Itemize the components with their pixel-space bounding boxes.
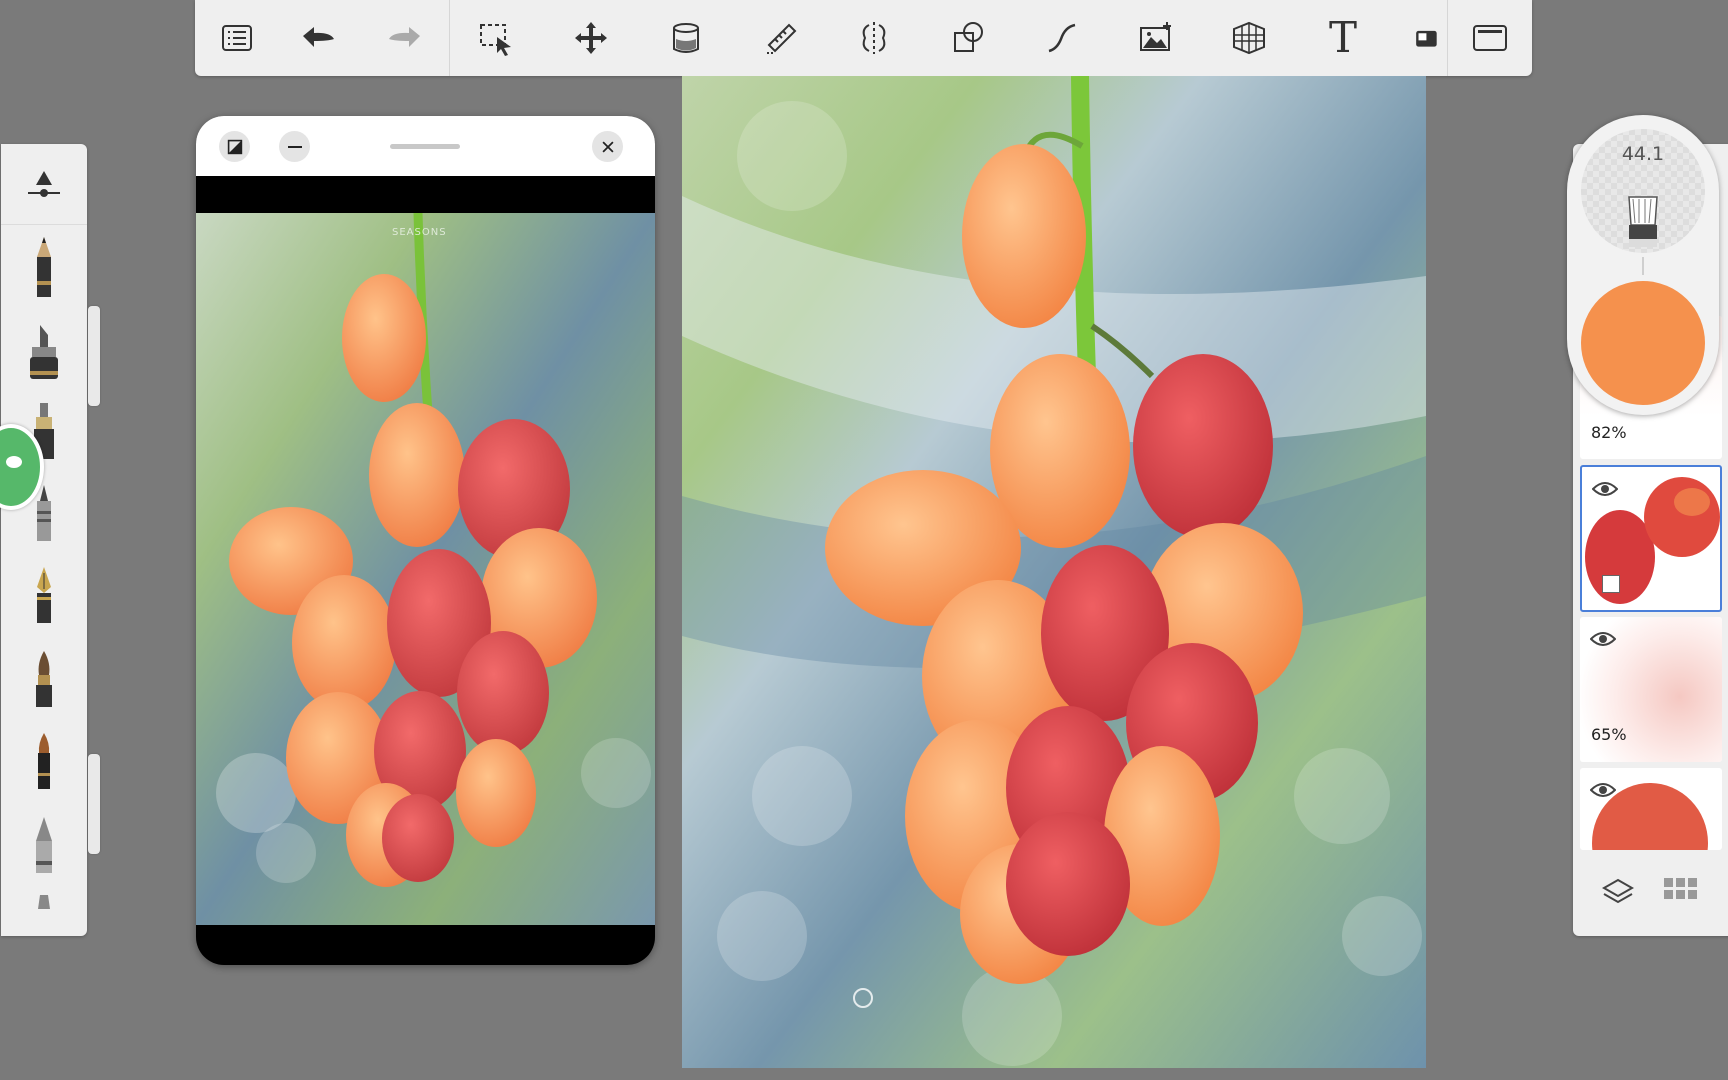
drawing-canvas[interactable] <box>682 76 1426 1068</box>
marker-brush-icon[interactable] <box>1 314 87 390</box>
brush-palette <box>1 144 87 936</box>
brush-palette-drag-handle-lower[interactable] <box>88 754 100 854</box>
drag-handle[interactable] <box>390 144 460 149</box>
brush-size-value: 44.1 <box>1621 143 1665 165</box>
menu-list-icon[interactable] <box>213 14 261 62</box>
alpha-lock-icon[interactable] <box>1602 575 1620 593</box>
fullscreen-icon[interactable] <box>1466 14 1514 62</box>
layer-4[interactable] <box>1580 768 1722 850</box>
transform-icon[interactable] <box>567 14 615 62</box>
brush-color-puck: 44.1 <box>1567 115 1719 415</box>
selection-icon[interactable] <box>472 14 520 62</box>
reference-caption: SEASONS <box>392 227 447 238</box>
minimize-icon[interactable] <box>279 131 310 162</box>
ruler-icon[interactable] <box>758 14 806 62</box>
layer-preview-icon[interactable] <box>1408 14 1448 62</box>
reference-photo: SEASONS <box>196 213 655 925</box>
puck-divider <box>1642 257 1644 275</box>
layer-2-selected[interactable] <box>1580 465 1722 612</box>
paint-brush-icon[interactable] <box>1 642 87 718</box>
shapes-icon[interactable] <box>945 14 993 62</box>
ink-brush-icon[interactable] <box>1 724 87 800</box>
perspective-grid-icon[interactable] <box>1225 14 1273 62</box>
soft-pencil-icon[interactable] <box>1 808 87 884</box>
eye-icon[interactable] <box>1592 479 1618 499</box>
current-color-swatch[interactable] <box>1581 281 1705 405</box>
layer-3[interactable]: 65% <box>1580 617 1722 762</box>
fountain-pen-icon[interactable] <box>1 558 87 634</box>
brush-size-puck[interactable]: 44.1 <box>1581 129 1705 253</box>
reference-image-window: SEASONS <box>196 116 655 965</box>
grid-icon[interactable] <box>1660 870 1700 910</box>
top-toolbar: T <box>195 0 1532 76</box>
text-tool-glyph: T <box>1328 13 1357 62</box>
contrast-icon[interactable] <box>219 131 250 162</box>
layer-1-opacity: 82% <box>1591 423 1627 442</box>
eye-icon[interactable] <box>1590 780 1616 800</box>
layer-3-opacity: 65% <box>1591 725 1627 744</box>
curve-icon[interactable] <box>1038 14 1086 62</box>
toolbar-divider <box>449 0 450 76</box>
brush-tip-icon <box>1628 196 1658 247</box>
layers-icon[interactable] <box>1598 870 1638 910</box>
pencil-brush-icon[interactable] <box>1 230 87 306</box>
pastel-brush-icon[interactable] <box>1 892 87 932</box>
toolbar-divider-2 <box>1447 0 1448 76</box>
symmetry-icon[interactable] <box>850 14 898 62</box>
fill-icon[interactable] <box>662 14 710 62</box>
text-tool-icon[interactable]: T <box>1319 14 1367 62</box>
close-icon[interactable] <box>592 131 623 162</box>
brush-adjust-icon[interactable] <box>1 144 87 225</box>
reference-window-header <box>196 116 655 176</box>
chat-icon <box>6 456 22 468</box>
eye-icon[interactable] <box>1590 629 1616 649</box>
import-image-icon[interactable] <box>1132 14 1180 62</box>
redo-icon[interactable] <box>380 14 428 62</box>
brush-palette-drag-handle[interactable] <box>88 306 100 406</box>
undo-icon[interactable] <box>295 14 343 62</box>
